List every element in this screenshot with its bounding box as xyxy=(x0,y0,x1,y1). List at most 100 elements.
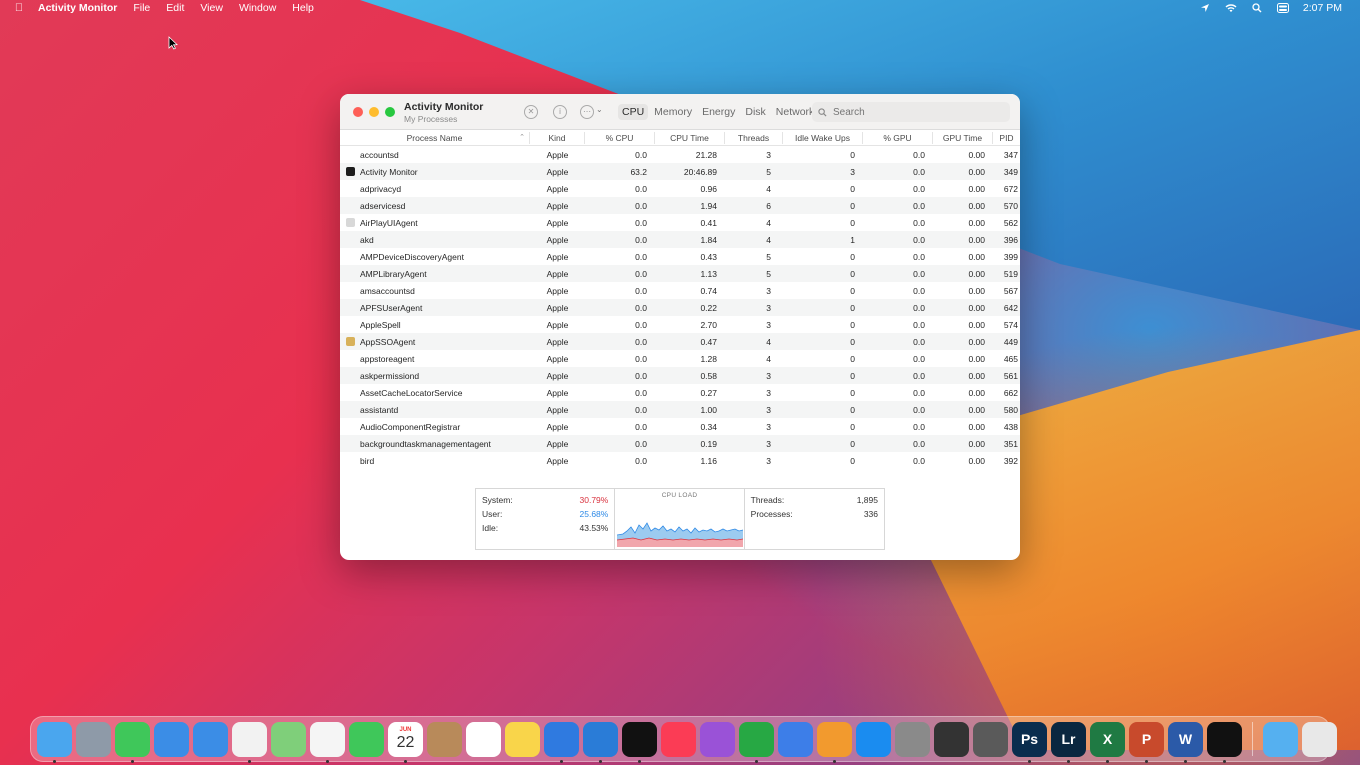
dock-downloads-icon[interactable] xyxy=(1263,721,1298,757)
column-pid[interactable]: PID xyxy=(993,132,1020,144)
column-cpu-percent[interactable]: % CPU xyxy=(585,131,655,144)
table-row[interactable]: adprivacyd Apple 0.0 0.96 4 0 0.0 0.00 672 xyxy=(340,180,1020,197)
table-row[interactable]: backgroundtaskmanagementagent Apple 0.0 0.1… xyxy=(340,435,1020,452)
gpu-percent-cell: 0.0 xyxy=(913,353,925,364)
threads-cell: 3 xyxy=(766,285,771,296)
threads-cell: 4 xyxy=(766,336,771,347)
menu-view[interactable]: View xyxy=(192,2,231,14)
dock-system-preferences-icon[interactable] xyxy=(895,721,930,757)
menu-window[interactable]: Window xyxy=(231,2,284,14)
table-row[interactable]: askpermissiond Apple 0.0 0.58 3 0 0.0 0.00 561 xyxy=(340,367,1020,384)
table-row[interactable]: amsaccountsd Apple 0.0 0.74 3 0 0.0 0.00 567 xyxy=(340,282,1020,299)
tab-disk[interactable]: Disk xyxy=(741,104,769,120)
table-row[interactable]: AMPLibraryAgent Apple 0.0 1.13 5 0 0.0 0.00 519 xyxy=(340,265,1020,282)
gpu-percent-cell: 0.0 xyxy=(913,251,925,262)
search-input[interactable] xyxy=(833,106,1003,118)
column-kind[interactable]: Kind xyxy=(530,131,585,144)
info-icon[interactable]: i xyxy=(553,105,567,119)
column-gpu-time[interactable]: GPU Time xyxy=(933,131,993,144)
column-cpu-time[interactable]: CPU Time xyxy=(655,131,725,144)
cpu-percent-cell: 0.0 xyxy=(635,251,647,262)
threads-value: 1,895 xyxy=(856,495,878,505)
wifi-icon[interactable] xyxy=(1225,3,1237,13)
dock-xcode-icon[interactable] xyxy=(544,721,579,763)
table-row[interactable]: appstoreagent Apple 0.0 1.28 4 0 0.0 0.00 465 xyxy=(340,350,1020,367)
close-window-button[interactable] xyxy=(353,107,363,117)
dock-keynote-icon[interactable] xyxy=(778,721,813,757)
dock-notes-icon[interactable] xyxy=(505,721,540,757)
dock-news-icon[interactable] xyxy=(232,721,267,763)
table-row[interactable]: Activity Monitor Apple 63.2 20:46.89 5 3 0.0 0.… xyxy=(340,163,1020,180)
location-icon[interactable] xyxy=(1199,3,1211,13)
dock-maps-icon[interactable] xyxy=(271,721,306,757)
dock-disk-utility-icon[interactable] xyxy=(973,721,1008,757)
dock-music-icon[interactable] xyxy=(661,721,696,757)
kind-cell: Apple xyxy=(546,455,569,466)
table-row[interactable]: adservicesd Apple 0.0 1.94 6 0 0.0 0.00 570 xyxy=(340,197,1020,214)
chevron-down-icon[interactable]: ⌄ xyxy=(596,105,603,114)
dock-safari-icon[interactable] xyxy=(193,721,228,757)
dock-lightroom-icon[interactable]: Lr xyxy=(1051,721,1086,763)
gpu-time-cell: 0.00 xyxy=(968,234,985,245)
dock-app-store-icon[interactable] xyxy=(856,721,891,757)
process-name-cell: AssetCacheLocatorService xyxy=(360,387,463,398)
dock-finder-icon[interactable] xyxy=(37,721,72,763)
menu-clock[interactable]: 2:07 PM xyxy=(1303,2,1342,14)
table-row[interactable]: bird Apple 0.0 1.16 3 0 0.0 0.00 392 xyxy=(340,452,1020,469)
table-row[interactable]: assistantd Apple 0.0 1.00 3 0 0.0 0.00 580 xyxy=(340,401,1020,418)
column-threads[interactable]: Threads xyxy=(725,131,783,144)
dock-messages-icon[interactable] xyxy=(115,721,150,763)
table-row[interactable]: APFSUserAgent Apple 0.0 0.22 3 0 0.0 0.00 642 xyxy=(340,299,1020,316)
stop-process-icon[interactable]: ✕ xyxy=(524,105,538,119)
table-row[interactable]: AudioComponentRegistrar Apple 0.0 0.34 3 0 0.0… xyxy=(340,418,1020,435)
menu-file[interactable]: File xyxy=(125,2,158,14)
dock-trash-icon[interactable] xyxy=(1302,721,1337,757)
dock-apple-tv-icon[interactable] xyxy=(622,721,657,763)
tab-memory[interactable]: Memory xyxy=(650,104,696,120)
tab-cpu[interactable]: CPU xyxy=(618,104,649,120)
dock-photoshop-icon[interactable]: Ps xyxy=(1012,721,1047,763)
table-row[interactable]: AMPDeviceDiscoveryAgent Apple 0.0 0.43 5 0 0.0… xyxy=(340,248,1020,265)
dock-excel-icon[interactable]: X xyxy=(1090,721,1125,763)
table-row[interactable]: AssetCacheLocatorService Apple 0.0 0.27 3 0 0.… xyxy=(340,384,1020,401)
dock-reminders-icon[interactable] xyxy=(466,721,501,757)
table-row[interactable]: AppleSpell Apple 0.0 2.70 3 0 0.0 0.00 574 xyxy=(340,316,1020,333)
apple-menu-icon[interactable]:  xyxy=(0,2,38,14)
control-center-icon[interactable] xyxy=(1276,3,1289,13)
column-gpu-percent[interactable]: % GPU xyxy=(863,131,933,144)
column-idle-wake-ups[interactable]: Idle Wake Ups xyxy=(783,131,863,144)
search-field[interactable] xyxy=(812,102,1010,122)
table-row[interactable]: AppSSOAgent Apple 0.0 0.47 4 0 0.0 0.00 449 xyxy=(340,333,1020,350)
dock-pages-icon[interactable] xyxy=(817,721,852,763)
dock-final-cut-pro-icon[interactable] xyxy=(934,721,969,757)
menu-edit[interactable]: Edit xyxy=(158,2,192,14)
table-row[interactable]: akd Apple 0.0 1.84 4 1 0.0 0.00 396 xyxy=(340,231,1020,248)
process-table[interactable]: accountsd Apple 0.0 21.28 3 0 0.0 0.00 347 Activi… xyxy=(340,146,1020,470)
table-row[interactable]: accountsd Apple 0.0 21.28 3 0 0.0 0.00 347 xyxy=(340,146,1020,163)
dock-contacts-icon[interactable] xyxy=(427,721,462,757)
window-subtitle[interactable]: My Processes xyxy=(404,114,483,124)
spotlight-search-icon[interactable] xyxy=(1251,3,1263,13)
column-process-name[interactable]: Process Name ⌃ xyxy=(340,131,530,144)
menu-app-name[interactable]: Activity Monitor xyxy=(38,2,125,14)
tab-energy[interactable]: Energy xyxy=(698,104,739,120)
running-indicator xyxy=(53,759,56,763)
kind-cell: Apple xyxy=(546,149,569,160)
dock-photos-icon[interactable] xyxy=(310,721,345,763)
dock-facetime-icon[interactable] xyxy=(349,721,384,757)
menu-help[interactable]: Help xyxy=(284,2,322,14)
dock-numbers-icon[interactable] xyxy=(739,721,774,763)
dock-launchpad-icon[interactable] xyxy=(76,721,111,757)
dock-calendar-icon[interactable]: JUN 22 xyxy=(388,721,423,763)
minimize-window-button[interactable] xyxy=(369,107,379,117)
dock-system-preferences-alt-icon[interactable] xyxy=(583,721,618,763)
zoom-window-button[interactable] xyxy=(385,107,395,117)
dock-activity-monitor-icon[interactable] xyxy=(1207,721,1242,763)
table-row[interactable]: AirPlayUIAgent Apple 0.0 0.41 4 0 0.0 0.00 562 xyxy=(340,214,1020,231)
dock-mail-icon[interactable] xyxy=(154,721,189,757)
more-actions-icon[interactable]: ⋯ xyxy=(580,105,594,119)
dock-powerpoint-icon[interactable]: P xyxy=(1129,721,1164,763)
cpu-time-cell: 0.47 xyxy=(700,336,717,347)
dock-podcasts-icon[interactable] xyxy=(700,721,735,757)
dock-word-icon[interactable]: W xyxy=(1168,721,1203,763)
